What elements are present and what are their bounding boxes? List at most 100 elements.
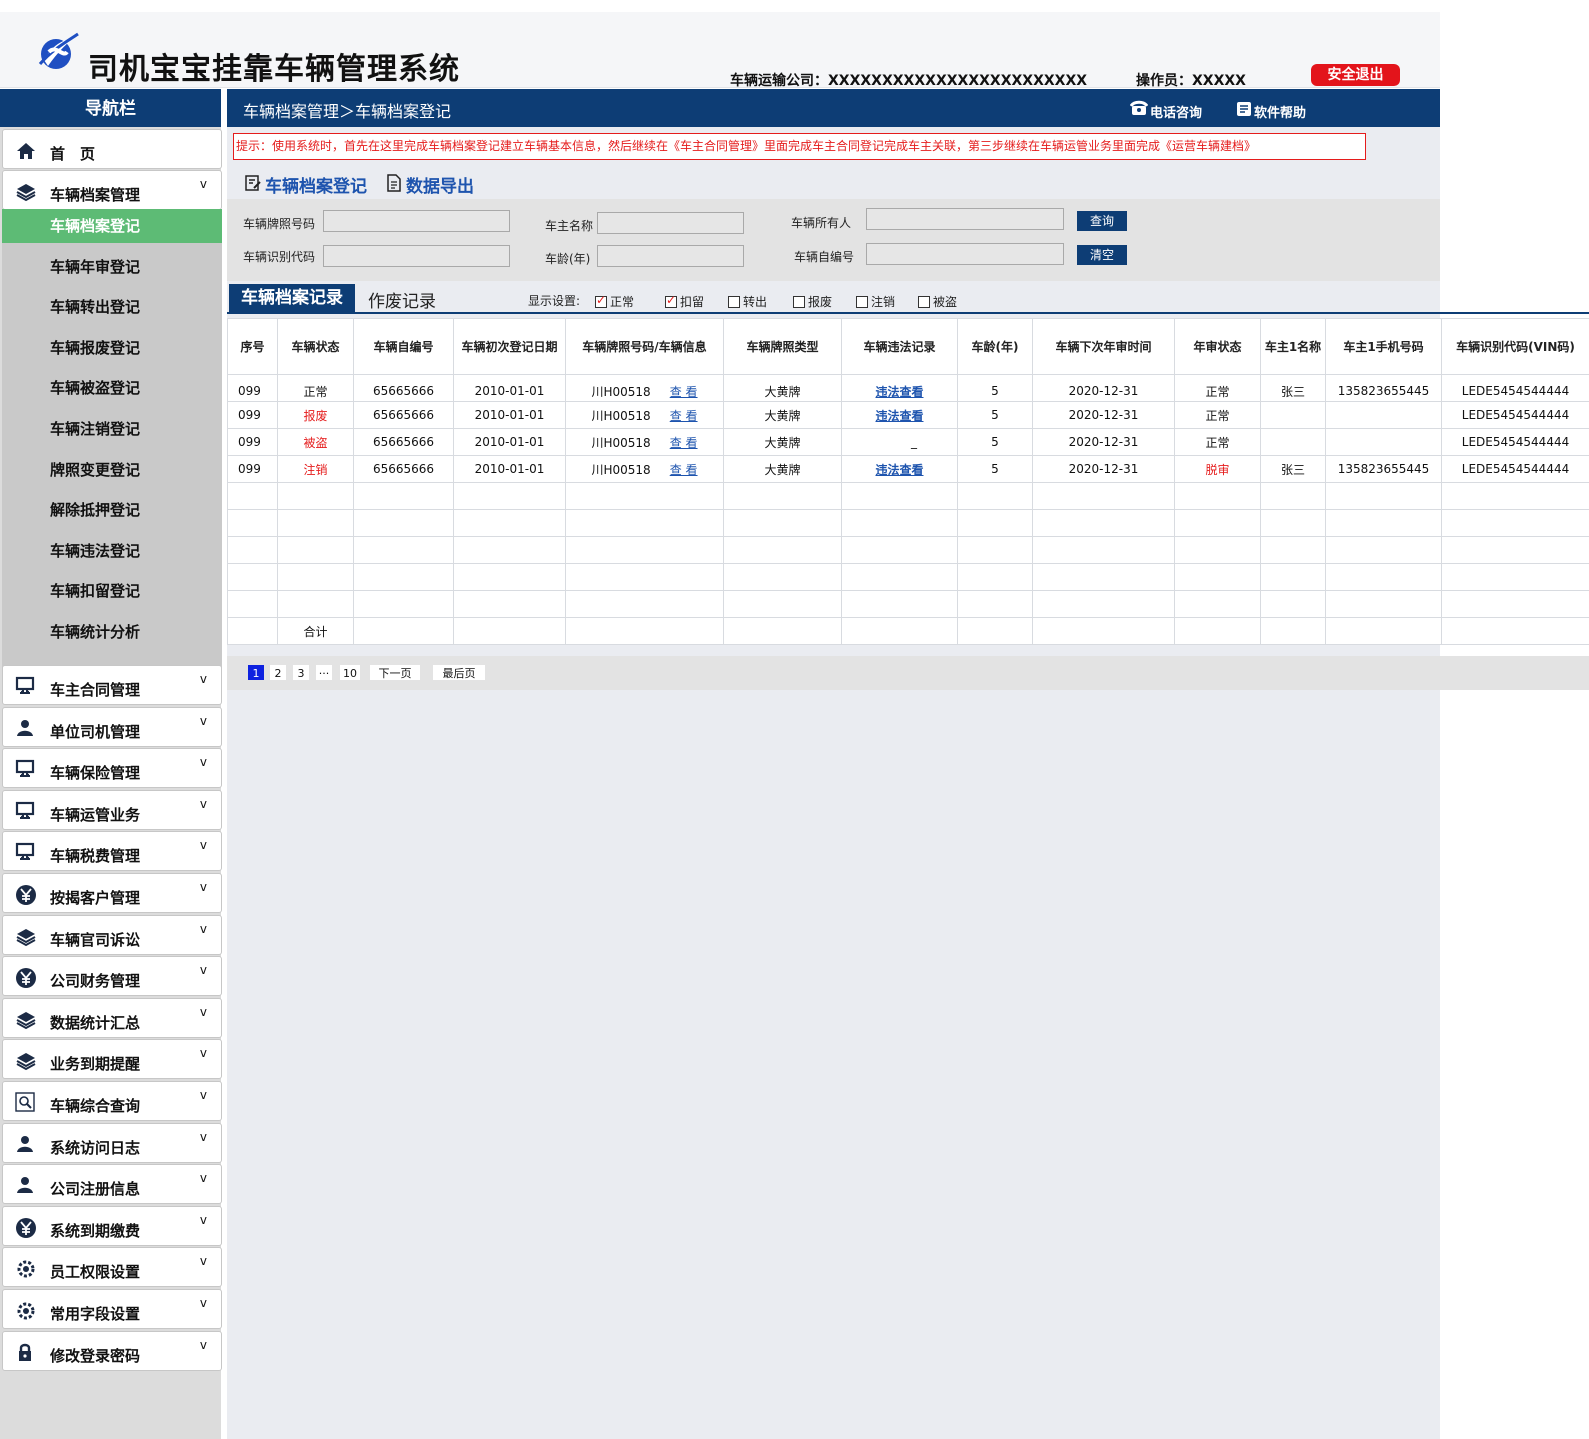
cell-status: 正常	[277, 374, 354, 402]
display-option-checkbox[interactable]: 扣留	[665, 293, 704, 310]
table-row[interactable]: 099 注销 65665666 2010-01-01 川H00518 查 看大黄牌 违法查…	[227, 455, 1589, 483]
sidebar-group[interactable]: 车辆综合查询 v	[2, 1081, 222, 1121]
sidebar-group[interactable]: 常用字段设置 v	[2, 1289, 222, 1329]
table-row-empty	[227, 563, 1589, 591]
empty-cell	[1260, 590, 1326, 618]
sidebar-subitem[interactable]: 车辆注销登记	[2, 412, 222, 446]
tab-void-records[interactable]: 作废记录	[368, 287, 436, 312]
sidebar-group[interactable]: 车辆保险管理 v	[2, 748, 222, 789]
vin-input[interactable]	[323, 245, 510, 267]
empty-cell	[353, 509, 454, 537]
sidebar-group[interactable]: 公司注册信息 v	[2, 1164, 222, 1205]
clear-button[interactable]: 清空	[1077, 245, 1127, 265]
page-button[interactable]: 10	[339, 664, 361, 681]
sidebar-group[interactable]: 公司财务管理 v	[2, 956, 222, 997]
display-option-checkbox[interactable]: 报废	[793, 293, 832, 310]
view-vehicle-link[interactable]: 查 看	[670, 409, 698, 423]
empty-cell	[277, 536, 354, 564]
page-button[interactable]: 1	[247, 664, 265, 681]
view-vehicle-link[interactable]: 查 看	[670, 436, 698, 450]
sidebar-subitem[interactable]: 牌照变更登记	[2, 453, 222, 487]
owner-name-input[interactable]	[597, 212, 744, 234]
plate-input[interactable]	[323, 210, 510, 232]
checkbox-icon[interactable]	[665, 293, 677, 308]
table-row[interactable]: 099 报废 65665666 2010-01-01 川H00518 查 看大黄牌 违法查…	[227, 401, 1589, 429]
empty-cell	[1325, 482, 1442, 510]
sidebar-group[interactable]: 车辆税费管理 v	[2, 831, 222, 872]
sidebar-group[interactable]: 单位司机管理 v	[2, 706, 222, 747]
total-cell	[1325, 617, 1442, 645]
phone-consult-link[interactable]: 电话咨询	[1150, 102, 1202, 121]
sidebar-subitem[interactable]: 车辆统计分析	[2, 615, 222, 649]
self-no-input[interactable]	[866, 243, 1064, 265]
monitor-icon	[15, 759, 37, 781]
sidebar-group-archive[interactable]: 车辆档案管理 v	[2, 170, 222, 210]
violation-view-link[interactable]: 违法查看	[875, 385, 923, 399]
sidebar-group[interactable]: 系统到期缴费 v	[2, 1205, 222, 1246]
total-cell	[453, 617, 566, 645]
sidebar-subitem[interactable]: 车辆报废登记	[2, 331, 222, 365]
view-vehicle-link[interactable]: 查 看	[670, 385, 698, 399]
tab-archive-records[interactable]: 车辆档案记录	[229, 284, 355, 312]
sidebar-subitem[interactable]: 车辆年审登记	[2, 250, 222, 284]
checkbox-icon[interactable]	[856, 296, 868, 308]
sidebar-group[interactable]: 车辆运管业务 v	[2, 789, 222, 830]
layers-icon	[15, 926, 37, 948]
checkbox-icon[interactable]	[728, 296, 740, 308]
empty-cell	[1441, 536, 1589, 564]
software-help-link[interactable]: 软件帮助	[1254, 102, 1306, 121]
checkbox-icon[interactable]	[595, 293, 607, 308]
cell-review_status: 正常	[1174, 428, 1261, 456]
page-button[interactable]: ···	[315, 664, 333, 681]
empty-cell	[1441, 482, 1589, 510]
sidebar-group[interactable]: 系统访问日志 v	[2, 1122, 222, 1163]
empty-cell	[227, 536, 278, 564]
monitor-icon	[15, 676, 37, 698]
vehicle-owner-input[interactable]	[866, 208, 1064, 230]
sidebar-group[interactable]: 车辆官司诉讼 v	[2, 914, 222, 955]
sidebar-subitem[interactable]: 解除抵押登记	[2, 493, 222, 527]
sidebar-group[interactable]: 业务到期提醒 v	[2, 1039, 222, 1080]
query-button[interactable]: 查询	[1077, 211, 1127, 231]
display-option-checkbox[interactable]: 转出	[728, 293, 767, 310]
display-option-checkbox[interactable]: 正常	[595, 293, 634, 310]
sidebar-subitem[interactable]: 车辆扣留登记	[2, 574, 222, 608]
sidebar-group[interactable]: 数据统计汇总 v	[2, 997, 222, 1038]
chevron-down-icon: v	[199, 1129, 207, 1144]
sidebar-subitem[interactable]: 车辆档案登记	[2, 209, 222, 243]
table-row[interactable]: 099 被盗 65665666 2010-01-01 川H00518 查 看大黄牌 _ 5 2…	[227, 428, 1589, 456]
age-input[interactable]	[597, 245, 744, 267]
page-button[interactable]: 2	[269, 664, 287, 681]
yen-icon	[15, 967, 37, 989]
table-row[interactable]: 099 正常 65665666 2010-01-01 川H00518 查 看大黄牌 违法查…	[227, 374, 1589, 402]
violation-view-link[interactable]: 违法查看	[875, 409, 923, 423]
sidebar-subitem[interactable]: 车辆转出登记	[2, 290, 222, 324]
register-archive-button[interactable]: 车辆档案登记	[265, 172, 367, 197]
sidebar-item-home[interactable]: 首 页	[2, 129, 222, 169]
view-vehicle-link[interactable]: 查 看	[670, 463, 698, 477]
total-cell	[353, 617, 454, 645]
logout-button[interactable]: 安全退出	[1311, 64, 1400, 86]
cell-review_status: 正常	[1174, 401, 1261, 429]
export-data-button[interactable]: 数据导出	[406, 172, 474, 197]
sidebar-group[interactable]: 车主合同管理 v	[2, 665, 222, 705]
violation-view-link[interactable]: 违法查看	[875, 463, 923, 477]
checkbox-icon[interactable]	[793, 296, 805, 308]
empty-cell	[1441, 563, 1589, 591]
cell-reg_date: 2010-01-01	[453, 455, 566, 483]
cell-no: 099	[227, 374, 278, 402]
page-button[interactable]: 3	[292, 664, 310, 681]
last-page-button[interactable]: 最后页	[432, 664, 486, 681]
display-option-checkbox[interactable]: 注销	[856, 293, 895, 310]
sidebar-group[interactable]: 按揭客户管理 v	[2, 873, 222, 913]
sidebar-subitem[interactable]: 车辆违法登记	[2, 534, 222, 568]
sidebar-group[interactable]: 修改登录密码 v	[2, 1330, 222, 1371]
cell-age: 5	[957, 428, 1033, 456]
sidebar-subitem[interactable]: 车辆被盗登记	[2, 371, 222, 405]
sidebar-group[interactable]: 员工权限设置 v	[2, 1247, 222, 1288]
checkbox-icon[interactable]	[918, 296, 930, 308]
total-cell	[957, 617, 1033, 645]
display-option-checkbox[interactable]: 被盗	[918, 293, 957, 310]
cell-violation: 违法查看	[841, 374, 958, 402]
next-page-button[interactable]: 下一页	[369, 664, 421, 681]
